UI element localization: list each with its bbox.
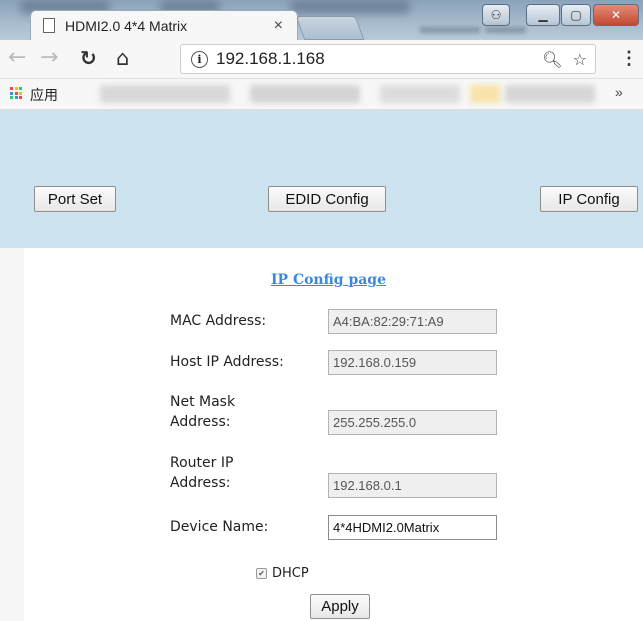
tab-title: HDMI2.0 4*4 Matrix [65, 17, 188, 34]
address-bar[interactable]: i 192.168.1.168 🔍︎ ☆ [180, 44, 596, 74]
ip-config-button[interactable]: IP Config [540, 186, 638, 212]
browser-toolbar: ← → ↻ ⌂ i 192.168.1.168 🔍︎ ☆ ⋮ [0, 40, 643, 79]
blurred-bookmark[interactable] [250, 85, 360, 103]
net-mask-field: 255.255.255.0 [328, 410, 497, 435]
zoom-icon[interactable]: 🔍︎ ☆ [542, 50, 587, 69]
router-ip-label-line1: Router IP [170, 455, 234, 471]
blurred-bookmark[interactable] [380, 85, 460, 103]
host-ip-label: Host IP Address: [170, 354, 284, 370]
apps-icon[interactable] [10, 87, 22, 99]
page-icon [43, 18, 55, 33]
browser-tab[interactable]: HDMI2.0 4*4 Matrix × [30, 10, 298, 40]
home-icon[interactable]: ⌂ [116, 46, 129, 70]
blurred-region: ▬▬▬ ▬▬ [420, 16, 526, 38]
router-ip-field: 192.168.0.1 [328, 473, 497, 498]
maximize-icon[interactable]: ▢ [561, 4, 591, 26]
net-mask-label-line2: Address: [170, 414, 231, 430]
bookmarks-more-icon[interactable]: » [615, 84, 623, 100]
edid-config-button[interactable]: EDID Config [268, 186, 386, 212]
forward-icon[interactable]: → [40, 46, 58, 70]
blurred-region [290, 0, 410, 14]
dhcp-checkbox-row[interactable]: ✔ DHCP [256, 566, 309, 581]
device-name-input[interactable]: 4*4HDMI2.0Matrix [328, 515, 497, 540]
host-ip-field: 192.168.0.159 [328, 350, 497, 375]
menu-icon[interactable]: ⋮ [620, 48, 638, 69]
window-titlebar: ⚇ ▁ ▢ ✕ HDMI2.0 4*4 Matrix × ▬▬▬ ▬▬ [0, 0, 643, 40]
apps-label[interactable]: 应用 [30, 85, 58, 105]
mac-address-label: MAC Address: [170, 313, 267, 329]
minimize-icon[interactable]: ▁ [526, 4, 560, 26]
net-mask-label-line1: Net Mask [170, 394, 236, 410]
info-icon[interactable]: i [191, 50, 208, 68]
router-ip-label-line2: Address: [170, 475, 231, 491]
new-tab-button[interactable] [295, 16, 365, 40]
bookmark-star-icon[interactable]: ☆ [573, 50, 587, 69]
bookmarks-bar: 应用 » [0, 79, 643, 110]
router-ip-label: Router IP Address: [170, 453, 233, 493]
mac-address-field: A4:BA:82:29:71:A9 [328, 309, 497, 334]
device-name-label: Device Name: [170, 519, 269, 535]
apply-button[interactable]: Apply [310, 594, 370, 619]
tab-close-icon[interactable]: × [274, 17, 283, 35]
url-text: 192.168.1.168 [216, 49, 325, 68]
blurred-bookmark[interactable] [505, 85, 595, 103]
net-mask-label: Net Mask Address: [170, 392, 235, 432]
nav-panel: Port Set EDID Config IP Config [0, 110, 643, 248]
reload-icon[interactable]: ↻ [80, 46, 97, 70]
dhcp-label: DHCP [272, 566, 309, 581]
ip-config-form: IP Config page MAC Address: A4:BA:82:29:… [24, 248, 643, 621]
port-set-button[interactable]: Port Set [34, 186, 116, 212]
back-icon[interactable]: ← [8, 46, 26, 70]
page-title[interactable]: IP Config page [271, 272, 386, 288]
dhcp-checkbox[interactable]: ✔ [256, 568, 267, 579]
blurred-bookmark[interactable] [100, 85, 230, 103]
close-icon[interactable]: ✕ [593, 4, 639, 26]
blurred-bookmark[interactable] [470, 85, 500, 103]
